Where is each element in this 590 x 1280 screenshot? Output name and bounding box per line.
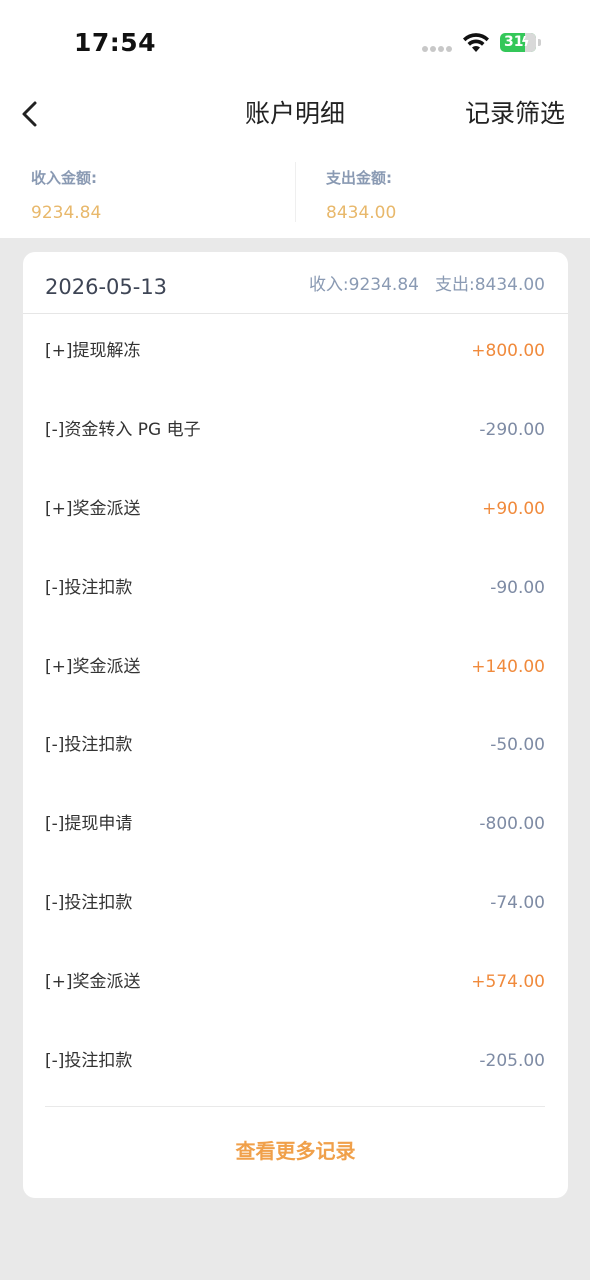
status-time: 17:54 [74, 28, 157, 57]
expense-summary: 支出金额: 8434.00 [326, 168, 396, 224]
transaction-amount: -90.00 [490, 577, 545, 598]
transaction-row: [+]奖金派送 +574.00 [45, 944, 545, 1023]
transaction-row: [-]资金转入 PG 电子 -290.00 [45, 392, 545, 471]
transaction-label: [-]提现申请 [45, 814, 133, 835]
income-value: 9234.84 [31, 203, 102, 223]
transaction-label: [-]资金转入 PG 电子 [45, 419, 201, 440]
transaction-amount: -800.00 [479, 814, 545, 835]
transaction-amount: +140.00 [471, 656, 545, 677]
income-summary: 收入金额: 9234.84 [31, 168, 101, 224]
transaction-row: [-]投注扣款 -205.00 [45, 1023, 545, 1102]
transaction-label: [-]投注扣款 [45, 893, 133, 914]
list-footer-divider [45, 1106, 545, 1107]
transaction-card: 2026-05-13 收入:9234.84 支出:8434.00 [+]提现解冻 … [23, 252, 568, 1198]
battery-icon: 31 ϟ [500, 33, 536, 52]
transaction-label: [+]提现解冻 [45, 341, 141, 361]
transaction-amount: +800.00 [471, 341, 545, 361]
summary-divider [295, 162, 296, 222]
cellular-signal-icon [422, 46, 454, 52]
card-expense-total: 支出:8434.00 [434, 275, 545, 295]
transaction-row: [-]投注扣款 -90.00 [45, 550, 545, 629]
expense-value: 8434.00 [326, 203, 397, 223]
view-more-records-button[interactable]: 查看更多记录 [23, 1137, 568, 1165]
transaction-label: [-]投注扣款 [45, 735, 133, 756]
back-button[interactable] [14, 96, 48, 132]
transaction-list: [+]提现解冻 +800.00 [-]资金转入 PG 电子 -290.00 [+… [45, 313, 545, 1102]
transaction-amount: +574.00 [471, 972, 545, 993]
card-header: 2026-05-13 收入:9234.84 支出:8434.00 [23, 252, 568, 314]
transaction-label: [+]奖金派送 [45, 972, 141, 993]
transaction-amount: +90.00 [482, 498, 545, 519]
transaction-row: [-]提现申请 -800.00 [45, 786, 545, 865]
transaction-row: [-]投注扣款 -50.00 [45, 707, 545, 786]
transaction-row: [-]投注扣款 -74.00 [45, 865, 545, 944]
transaction-row: [+]提现解冻 +800.00 [45, 313, 545, 392]
transaction-label: [+]奖金派送 [45, 656, 141, 677]
income-label: 收入金额: [31, 169, 97, 187]
record-filter-button[interactable]: 记录筛选 [465, 96, 565, 132]
wifi-icon [463, 33, 489, 52]
charging-bolt-icon: ϟ [521, 35, 530, 50]
transaction-row: [+]奖金派送 +140.00 [45, 629, 545, 708]
transaction-label: [-]投注扣款 [45, 1051, 133, 1072]
expense-label: 支出金额: [326, 169, 392, 187]
transaction-row: [+]奖金派送 +90.00 [45, 471, 545, 550]
transaction-label: [+]奖金派送 [45, 498, 141, 519]
battery-cap [538, 39, 541, 46]
card-date: 2026-05-13 [45, 275, 168, 299]
transaction-label: [-]投注扣款 [45, 577, 133, 598]
transaction-amount: -74.00 [490, 893, 545, 914]
transaction-amount: -290.00 [479, 419, 545, 440]
card-totals: 收入:9234.84 支出:8434.00 [309, 273, 545, 297]
transaction-amount: -205.00 [479, 1051, 545, 1072]
card-income-total: 收入:9234.84 [308, 275, 419, 295]
transaction-amount: -50.00 [490, 735, 545, 756]
